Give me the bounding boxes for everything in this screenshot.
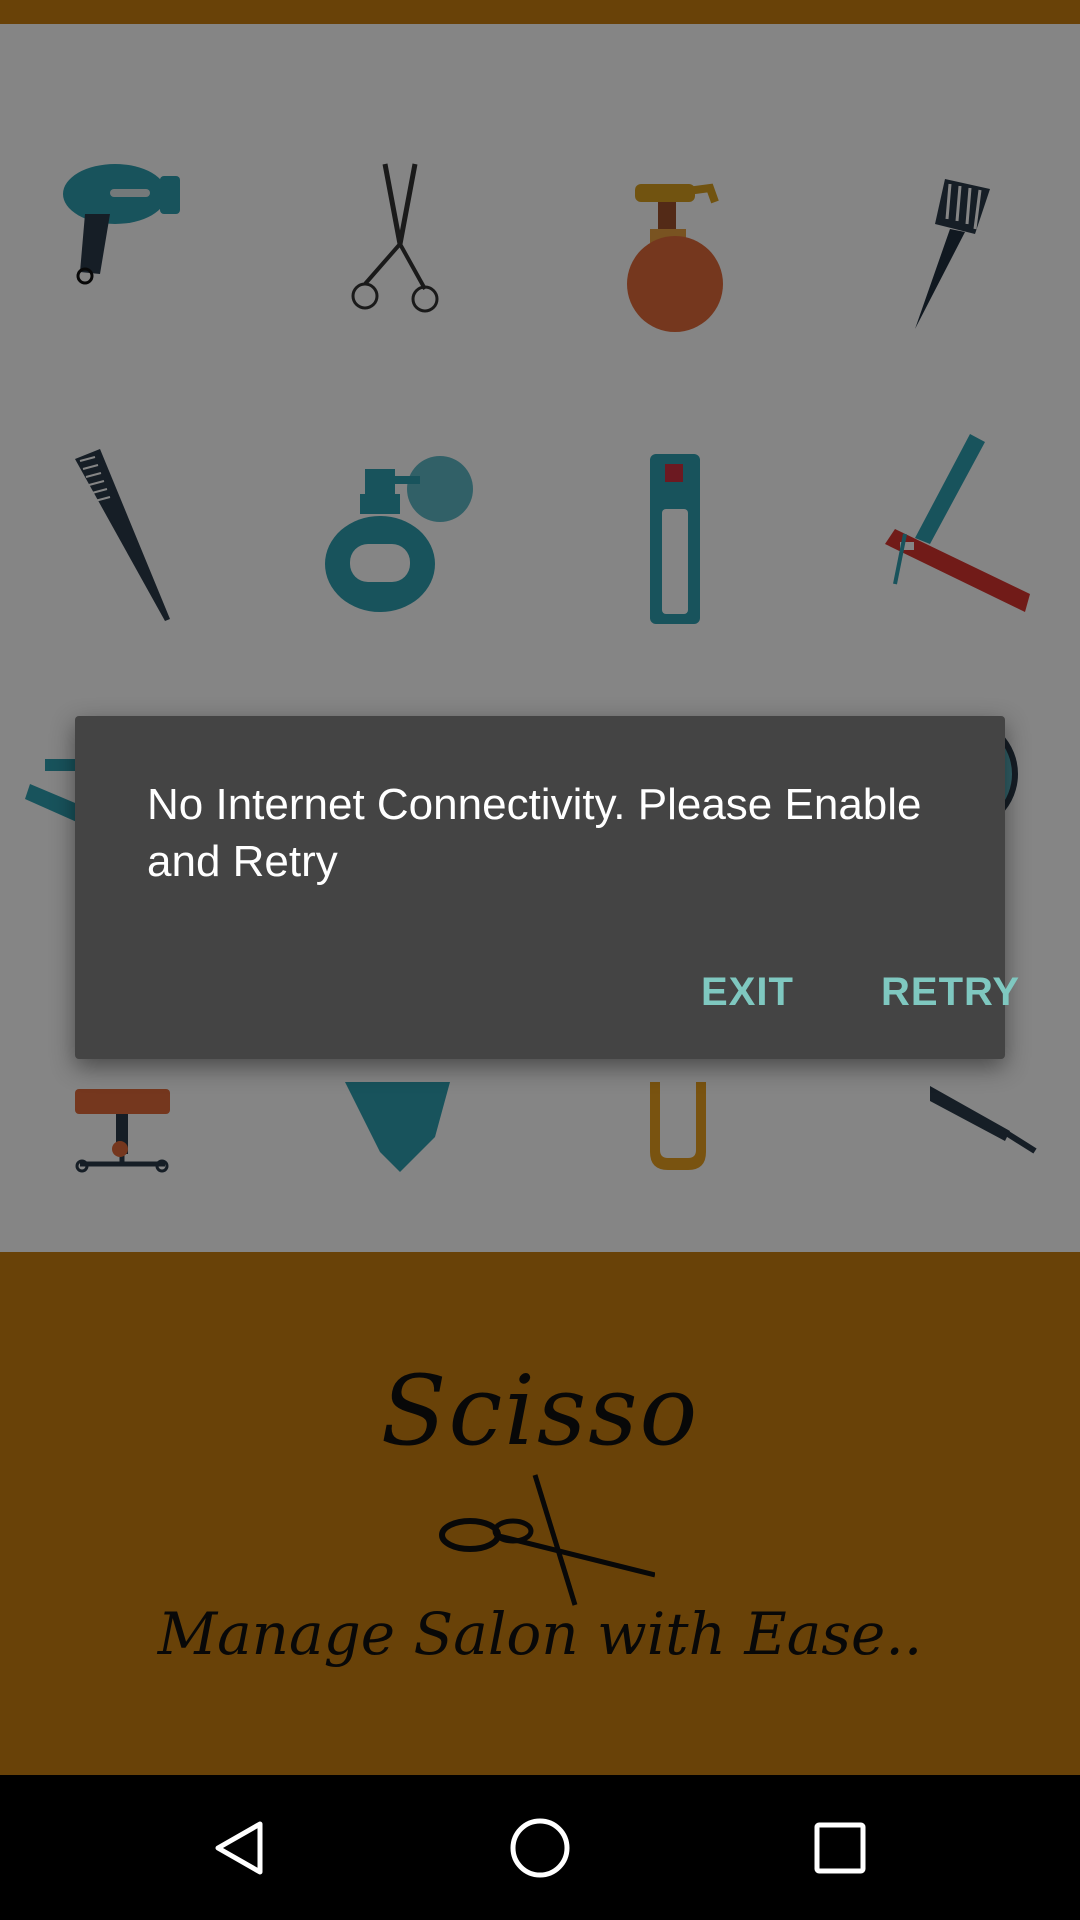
recents-button[interactable] (790, 1803, 890, 1893)
home-circle-icon (510, 1818, 570, 1878)
back-button[interactable] (190, 1803, 290, 1893)
exit-button[interactable]: EXIT (685, 947, 810, 1037)
back-triangle-icon (215, 1821, 263, 1875)
no-internet-dialog: No Internet Connectivity. Please Enable … (75, 716, 1019, 1059)
retry-button[interactable]: RETRY (865, 947, 1036, 1037)
navigation-bar (0, 1775, 1080, 1920)
home-button[interactable] (490, 1803, 590, 1893)
dialog-message: No Internet Connectivity. Please Enable … (147, 780, 922, 886)
recents-square-icon (814, 1822, 866, 1874)
